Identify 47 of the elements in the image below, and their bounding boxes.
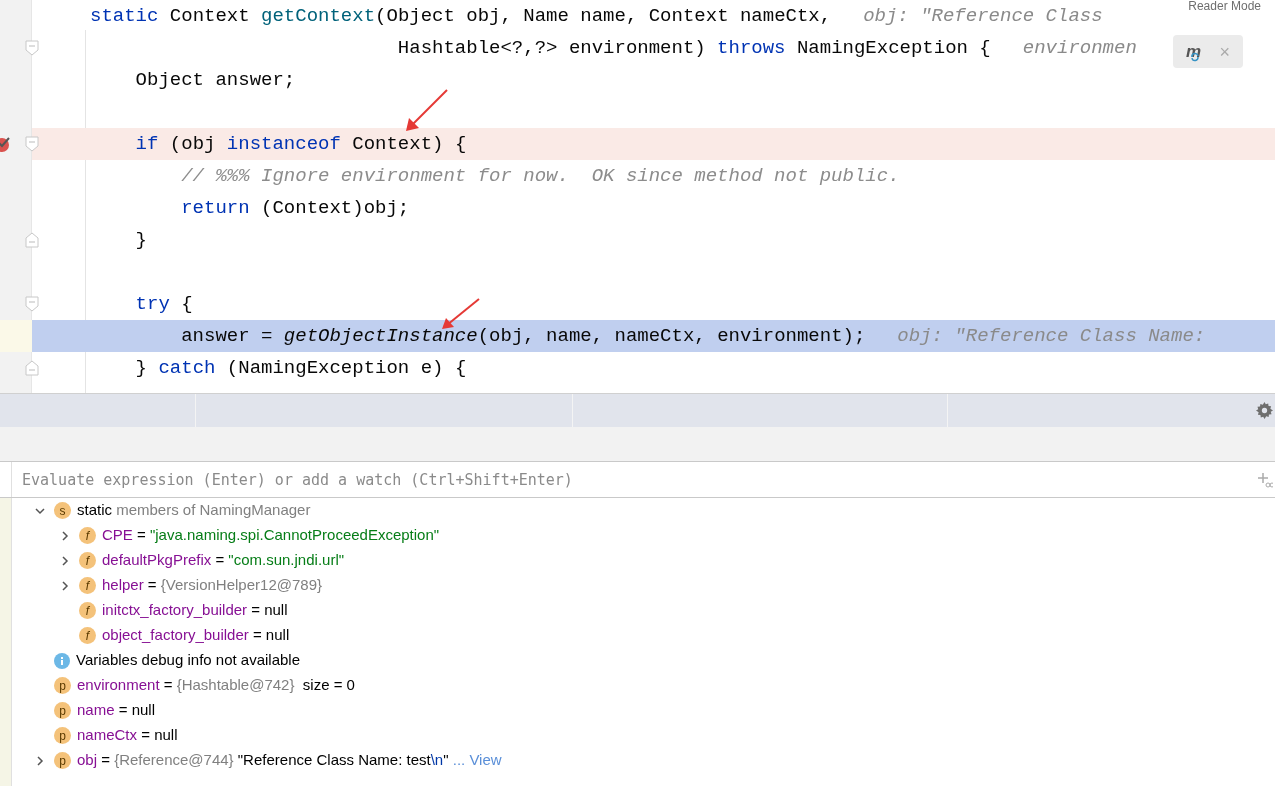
- code-line: return (Context)obj;: [180, 195, 410, 221]
- fold-marker-icon[interactable]: [25, 136, 39, 152]
- fold-marker-icon[interactable]: [25, 296, 39, 312]
- code-line: // %%% Ignore environment for now. OK since method not public.: [180, 163, 900, 189]
- code-line: answer = getObjectInstance(obj, name, nameCtx, environment); obj: "Reference Class Name:: [180, 323, 1206, 349]
- code-line: try {: [134, 291, 193, 317]
- fold-marker-icon[interactable]: [25, 40, 39, 56]
- variable-entry[interactable]: object_factory_builder = null: [102, 624, 290, 647]
- fold-marker-icon[interactable]: [25, 360, 39, 376]
- variable-entry[interactable]: name = null: [77, 699, 155, 722]
- annotation-arrow: [405, 88, 449, 132]
- code-line: }: [134, 227, 147, 253]
- parameter-icon: p: [54, 727, 71, 744]
- breakpoint-icon[interactable]: [0, 136, 12, 152]
- variable-entry[interactable]: initctx_factory_builder = null: [102, 599, 288, 622]
- reader-mode-toggle[interactable]: m: [1186, 43, 1202, 60]
- variable-entry[interactable]: obj = {Reference@744} "Reference Class Name: test\n" ... View: [77, 749, 502, 772]
- info-icon: [54, 652, 70, 669]
- static-icon: s: [54, 502, 71, 519]
- variable-entry[interactable]: environment = {Hashtable@742} size = 0: [77, 674, 355, 697]
- code-line: if (obj instanceof Context) {: [134, 131, 467, 157]
- variable-entry[interactable]: helper = {VersionHelper12@789}: [102, 574, 322, 597]
- variable-entry[interactable]: static members of NamingManager: [77, 499, 311, 522]
- parameter-icon: p: [54, 752, 71, 769]
- variable-entry[interactable]: CPE = "java.naming.spi.CannotProceedException": [102, 524, 440, 547]
- field-icon: f: [79, 527, 96, 544]
- code-line: } catch (NamingException e) {: [134, 355, 467, 381]
- field-icon: f: [79, 602, 96, 619]
- chevron-right-icon[interactable]: [59, 579, 71, 592]
- annotation-arrow: [441, 297, 481, 330]
- field-icon: f: [79, 627, 96, 644]
- chevron-right-icon[interactable]: [59, 554, 71, 567]
- parameter-icon: p: [54, 677, 71, 694]
- field-icon: f: [79, 552, 96, 569]
- parameter-icon: p: [54, 702, 71, 719]
- code-line: Object answer;: [134, 67, 296, 93]
- chevron-right-icon[interactable]: [59, 529, 71, 542]
- variable-entry[interactable]: nameCtx = null: [77, 724, 178, 747]
- variable-entry[interactable]: Variables debug info not available: [76, 649, 301, 672]
- fold-marker-icon[interactable]: [25, 232, 39, 248]
- code-line: static Context getContext(Object obj, Name name, Context nameCtx, obj: "Reference Class: [90, 3, 1103, 29]
- reader-mode-label[interactable]: Reader Mode: [1188, 0, 1261, 13]
- code-line: Hashtable<?,?> environment) throws NamingException { environmen: [396, 35, 1137, 61]
- settings-icon[interactable]: [1256, 402, 1273, 419]
- chevron-right-icon[interactable]: [34, 754, 46, 767]
- variable-entry[interactable]: defaultPkgPrefix = "com.sun.jndi.url": [102, 549, 345, 572]
- field-icon: f: [79, 577, 96, 594]
